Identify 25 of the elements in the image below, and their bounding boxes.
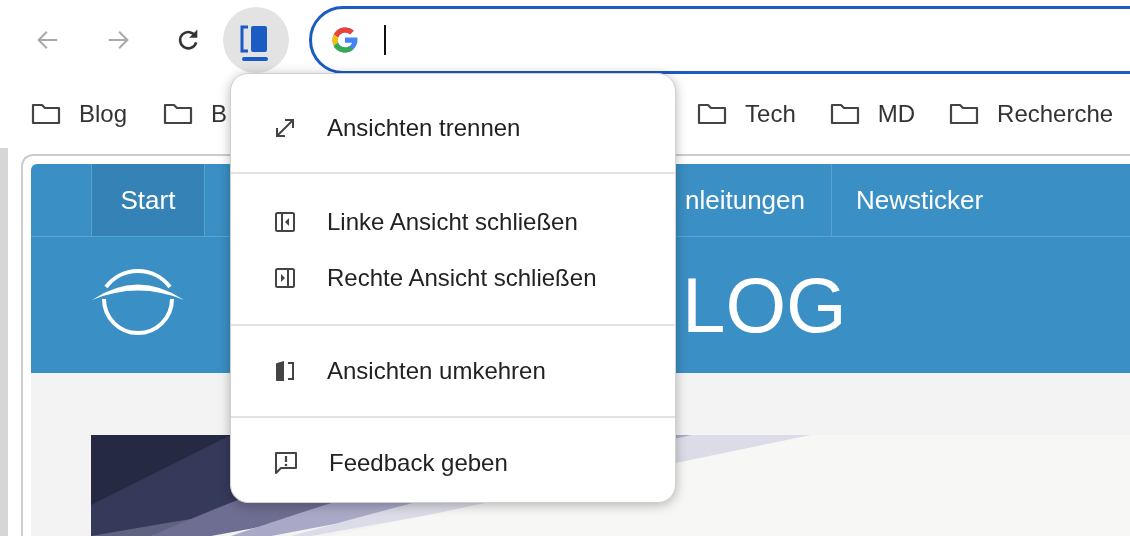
bookmark-folder[interactable]: Tech [697,100,796,128]
bookmark-folder[interactable]: Recherche [949,100,1114,128]
panel-right-icon [273,266,297,290]
nav-link[interactable]: Start [92,164,205,236]
menu-item[interactable]: Rechte Ansicht schließen [231,250,675,306]
folder-icon [829,102,860,126]
site-title: LOG [682,259,847,351]
folder-icon [949,102,980,126]
split-panel-icon [273,359,297,383]
menu-item[interactable]: Ansichten umkehren [231,347,675,395]
expand-icon [273,116,297,140]
folder-icon [31,102,61,126]
text-cursor [384,25,386,55]
nav-link[interactable]: Newsticker [832,164,1008,236]
bookmark-folder[interactable]: MD [829,100,916,128]
google-icon [330,25,360,55]
panel-left-icon [273,210,297,234]
folder-icon [163,102,194,126]
bookmark-folder[interactable]: Blog [31,100,128,128]
folder-icon [697,102,728,126]
menu-item[interactable]: Ansichten trennen [231,104,675,152]
menu-item[interactable]: Linke Ansicht schließen [231,194,675,250]
menu-item[interactable]: Feedback geben [231,439,675,487]
bookmark-folder[interactable]: B [163,100,228,128]
feedback-icon [273,450,299,476]
